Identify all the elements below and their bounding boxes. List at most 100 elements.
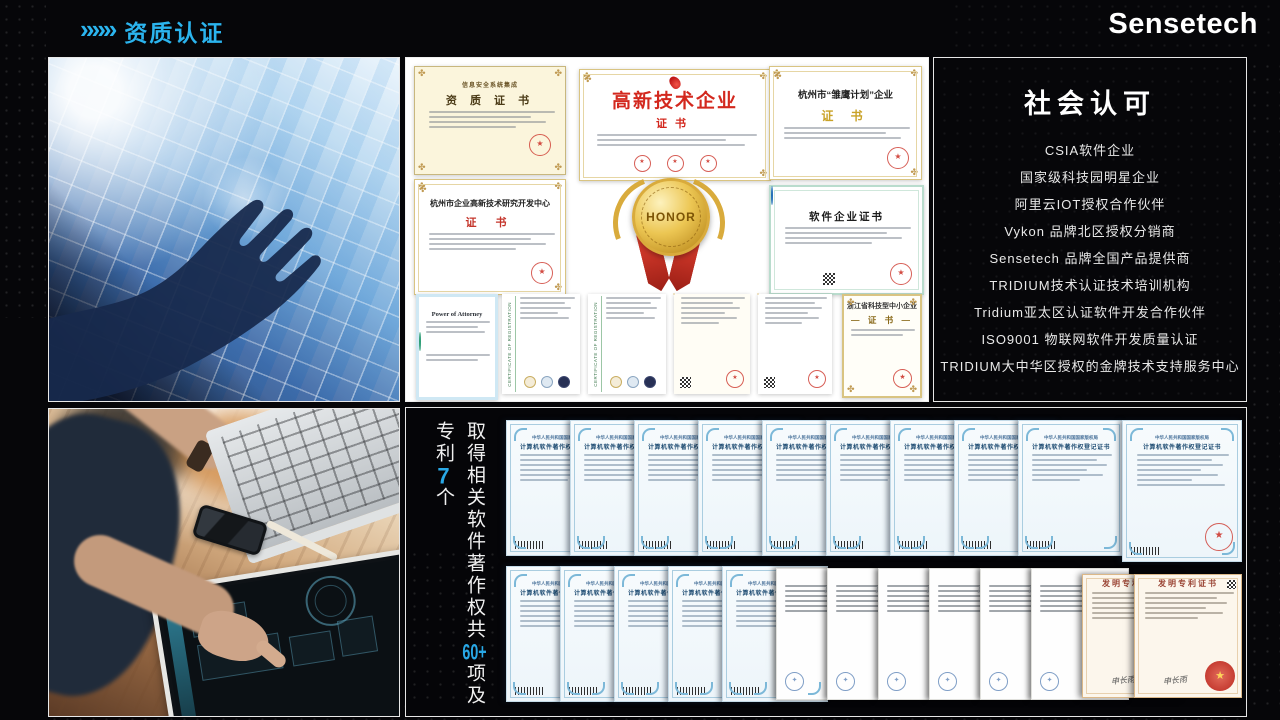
- qr-code: [823, 273, 835, 285]
- medal-disc: HONOR: [632, 178, 710, 256]
- text-line: [887, 610, 935, 612]
- certificate-side-label: CERTIFICATE OF REGISTRATION: [593, 302, 598, 387]
- patents-panel: 取得相关软件著作权共60+项及 专利7个 中华人民共和国国家版权局 计算机软件著…: [405, 407, 1247, 717]
- certificate-eagle-plan: 杭州市“雏鹰计划”企业 证 书: [769, 66, 922, 180]
- text-line: [904, 479, 952, 481]
- text-line: [1137, 469, 1201, 471]
- blue-seal-icon: [1040, 672, 1059, 691]
- accreditation-logo-icon: [610, 376, 622, 388]
- text-line: [1137, 484, 1225, 486]
- text-line: [606, 297, 661, 299]
- text-line: [968, 469, 1024, 471]
- certificate-body-lines: [419, 354, 495, 361]
- text-line: [851, 334, 903, 336]
- blue-seal-icon: [836, 672, 855, 691]
- text-line: [776, 469, 832, 471]
- red-seal-icon: [529, 134, 551, 156]
- certificate-authority: 中华人民共和国国家版权局: [1133, 434, 1232, 440]
- chevrons-icon: »»»: [80, 16, 114, 42]
- certificate-hitech-enterprise: 高新技术企业 证书: [579, 69, 771, 181]
- text-line: [785, 232, 888, 234]
- text-line: [429, 243, 546, 245]
- certificate-body-lines: [758, 297, 832, 324]
- certificate-title: Power of Attorney: [419, 311, 495, 318]
- accreditation-logo-icon: [644, 376, 656, 388]
- red-emblem-seal-icon: [1205, 661, 1235, 691]
- slide-header: »»» 资质认证: [80, 14, 224, 48]
- text-line: [765, 322, 802, 324]
- certificate-body-lines: [514, 297, 580, 319]
- text-line: [785, 610, 833, 612]
- photo-desk-work: [48, 408, 400, 717]
- certificate-title: 发明专利证书: [1135, 578, 1241, 589]
- tablet-widget: [337, 616, 378, 657]
- red-seal-icon: [700, 155, 717, 172]
- social-item: Tridium亚太区认证软件开发合作伙伴: [934, 299, 1246, 326]
- text-line: [1145, 602, 1228, 604]
- social-item: 国家级科技园明星企业: [934, 164, 1246, 191]
- text-line: [606, 312, 644, 314]
- certificate-of-registration: CERTIFICATE OF REGISTRATION: [588, 294, 666, 394]
- accreditation-logo-icon: [541, 376, 553, 388]
- text-line: [584, 469, 640, 471]
- barcode: [515, 687, 545, 695]
- text-line: [785, 237, 903, 239]
- text-line: [426, 354, 490, 356]
- text-line: [1032, 454, 1113, 456]
- green-stamp-icon: [419, 332, 421, 351]
- headline-text: 个: [433, 487, 454, 509]
- hand-silhouette: [49, 58, 399, 401]
- dot-pattern: [1248, 60, 1280, 715]
- text-line: [785, 242, 873, 244]
- social-item: ISO9001 物联网软件开发质量认证: [934, 326, 1246, 353]
- certificate-body-lines: [1023, 454, 1119, 481]
- certificate-title: 资 质 证 书: [415, 92, 565, 108]
- text-line: [851, 329, 915, 331]
- red-seal-icon: [893, 369, 912, 388]
- certificate-body-lines: [1135, 592, 1241, 619]
- qr-code: [764, 377, 775, 388]
- red-seal-icon: [726, 370, 744, 388]
- text-line: [1137, 454, 1229, 456]
- red-seal-icon: [531, 262, 553, 284]
- headline-text: 专利: [433, 421, 454, 465]
- certificate-power-of-attorney: Power of Attorney: [416, 294, 498, 400]
- text-line: [776, 479, 824, 481]
- certificate-body-lines: [419, 321, 495, 333]
- text-line: [785, 227, 912, 229]
- headline-text: 取得相关软件著作权共: [464, 421, 485, 641]
- text-line: [1145, 612, 1223, 614]
- qr-code: [680, 377, 691, 388]
- brand-logo: Sensetech: [1108, 8, 1258, 41]
- certificate-heading: 信息安全系统集成: [415, 80, 565, 89]
- certificate-software-enterprise: 软件企业证书: [769, 185, 924, 295]
- certificate-title: 杭州市企业高新技术研究开发中心: [415, 198, 565, 209]
- text-line: [1137, 479, 1192, 481]
- text-line: [681, 307, 740, 309]
- text-line: [429, 238, 531, 240]
- certificate-rnd-center: 杭州市企业高新技术研究开发中心 证 书: [414, 179, 566, 295]
- text-line: [840, 479, 888, 481]
- social-item: TRIDIUM大中华区授权的金牌技术支持服务中心: [934, 353, 1246, 380]
- text-line: [520, 297, 575, 299]
- certificate-subtitle: 证 书: [770, 107, 921, 124]
- text-line: [648, 469, 704, 471]
- text-line: [681, 322, 719, 324]
- certificate-property-proof: [758, 294, 832, 394]
- red-seal-icon: [634, 155, 651, 172]
- certificate-subtitle: 证 书: [415, 214, 565, 230]
- text-line: [520, 307, 571, 309]
- accreditation-logo-icon: [627, 376, 639, 388]
- text-line: [429, 121, 546, 123]
- certificate-body-lines: [1127, 454, 1237, 486]
- text-line: [1040, 610, 1088, 612]
- text-line: [938, 610, 986, 612]
- text-line: [989, 610, 1037, 612]
- text-line: [520, 302, 565, 304]
- text-line: [765, 297, 827, 299]
- photo-touchscreen-wall: [48, 57, 400, 402]
- commissioner-signature: 申长雨: [1110, 674, 1135, 687]
- certificate-title: 杭州市“雏鹰计划”企业: [770, 87, 921, 101]
- certificate-body-lines: [674, 297, 750, 324]
- certificate-body-lines: [844, 329, 920, 336]
